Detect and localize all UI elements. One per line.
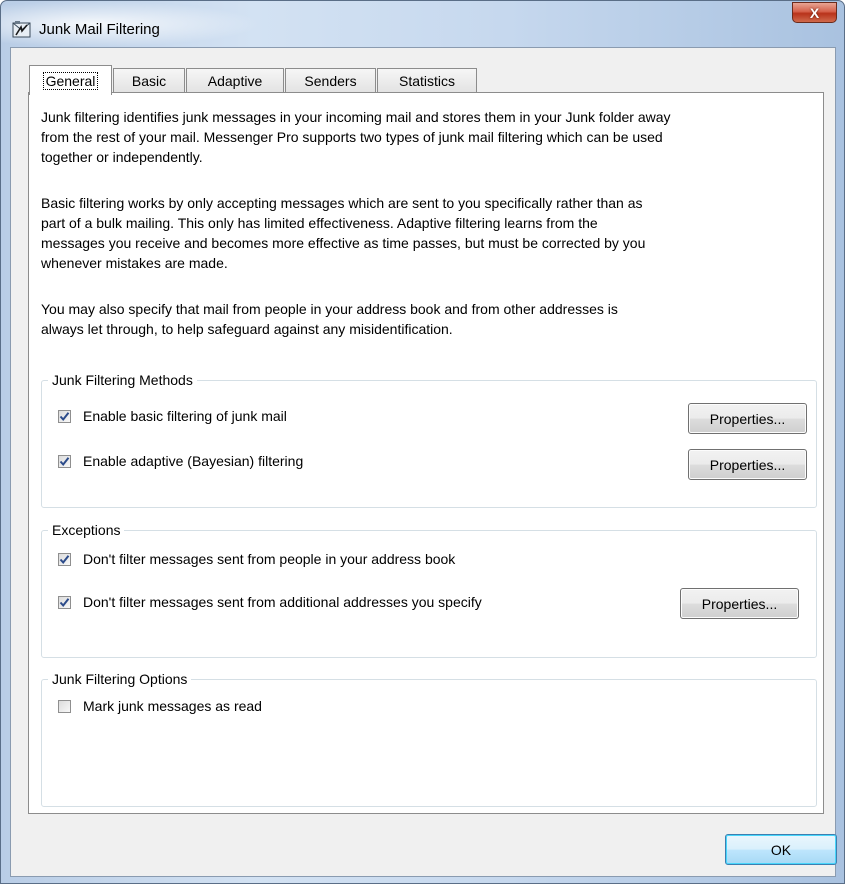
tab-senders[interactable]: Senders [285,68,376,93]
additional-addresses-exception-option[interactable]: Don't filter messages sent from addition… [58,594,482,610]
close-button[interactable]: X [792,2,837,23]
group-title: Exceptions [48,520,125,540]
mark-as-read-label: Mark junk messages as read [83,698,262,714]
group-title: Junk Filtering Methods [48,370,197,390]
basic-properties-button[interactable]: Properties... [688,403,807,434]
adaptive-filtering-label: Enable adaptive (Bayesian) filtering [83,453,304,469]
description-paragraph: Junk filtering identifies junk messages … [41,109,671,165]
adaptive-properties-button[interactable]: Properties... [688,449,807,480]
exceptions-group: Exceptions Don't filter messages sent fr… [41,520,817,658]
description-paragraph: You may also specify that mail from peop… [41,301,618,337]
address-book-exception-label: Don't filter messages sent from people i… [83,551,456,567]
adaptive-filtering-option[interactable]: Enable adaptive (Bayesian) filtering [58,453,303,469]
dialog-window: Junk Mail Filtering X General Basic Adap… [0,0,845,884]
tab-adaptive[interactable]: Adaptive [186,68,284,93]
basic-filtering-checkbox[interactable] [58,409,71,423]
window-title: Junk Mail Filtering [39,21,160,38]
additional-addresses-exception-label: Don't filter messages sent from addition… [83,594,482,610]
basic-filtering-option[interactable]: Enable basic filtering of junk mail [58,408,287,424]
junk-filter-app-icon [12,20,32,40]
close-icon: X [809,4,820,21]
additional-addresses-exception-checkbox[interactable] [58,595,71,609]
junk-filtering-options-group: Junk Filtering Options Mark junk message… [41,669,817,807]
address-book-exception-option[interactable]: Don't filter messages sent from people i… [58,551,455,567]
address-book-exception-checkbox[interactable] [58,552,71,566]
title-bar[interactable]: Junk Mail Filtering X [1,1,844,47]
tab-basic[interactable]: Basic [113,68,185,93]
ok-button[interactable]: OK [725,834,837,865]
basic-filtering-label: Enable basic filtering of junk mail [83,408,287,424]
tab-general[interactable]: General [29,65,112,95]
exceptions-properties-button[interactable]: Properties... [680,588,799,619]
mark-as-read-option[interactable]: Mark junk messages as read [58,698,262,714]
group-title: Junk Filtering Options [48,669,192,689]
description-paragraph: Basic filtering works by only accepting … [41,195,646,271]
adaptive-filtering-checkbox[interactable] [58,454,71,468]
mark-as-read-checkbox[interactable] [58,699,71,713]
dialog-client: General Basic Adaptive Senders Statistic… [10,47,837,877]
tab-statistics[interactable]: Statistics [377,68,477,93]
junk-filtering-methods-group: Junk Filtering Methods Enable basic filt… [41,370,817,508]
general-tab-panel: Junk filtering identifies junk messages … [28,92,824,814]
